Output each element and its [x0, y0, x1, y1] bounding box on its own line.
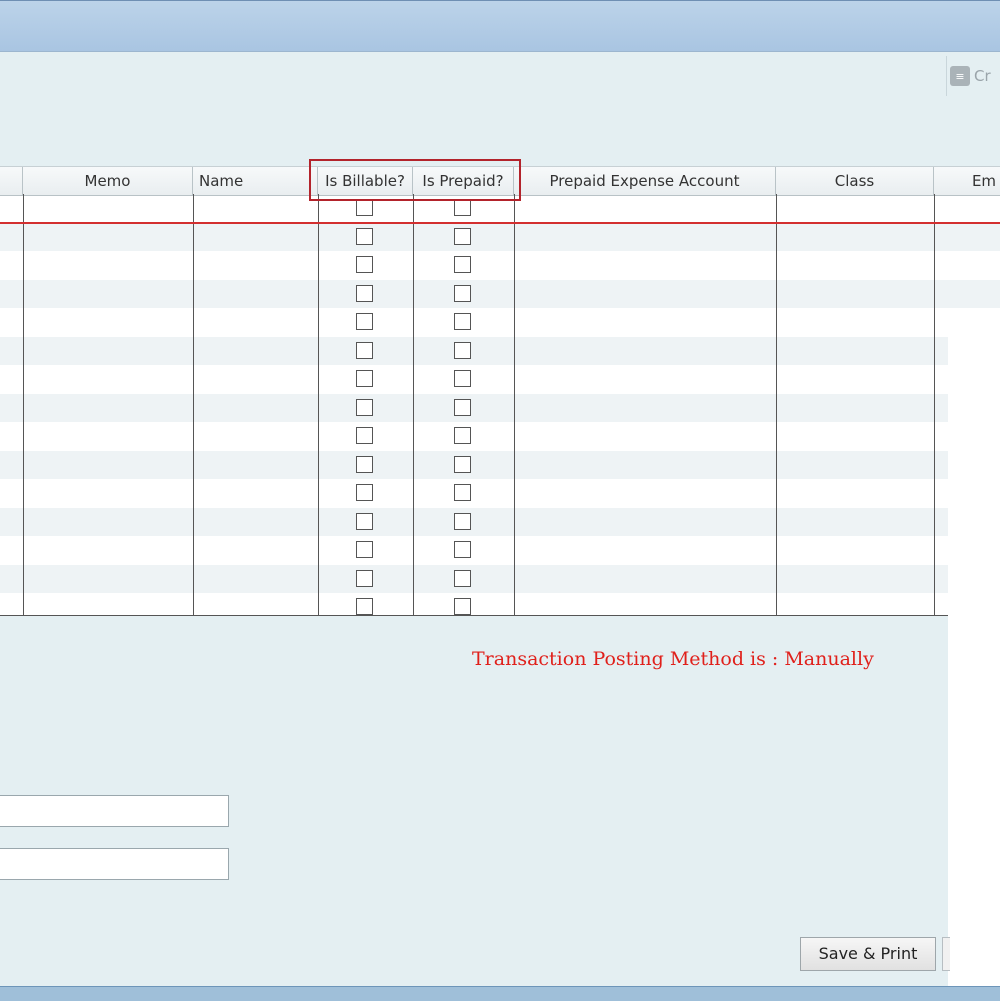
selected-row-indicator — [0, 222, 1000, 224]
billable-checkbox[interactable] — [356, 598, 373, 615]
form-icon: ≡ — [950, 66, 970, 86]
column-divider — [776, 194, 777, 616]
column-header-prepaid-expense-account[interactable]: Prepaid Expense Account — [514, 167, 776, 195]
expense-grid: Memo Name Is Billable? Is Prepaid? Prepa… — [0, 166, 1000, 616]
billable-checkbox[interactable] — [356, 256, 373, 273]
highlight-box — [309, 159, 521, 201]
column-header-em[interactable]: Em — [934, 167, 1000, 195]
prepaid-checkbox[interactable] — [454, 313, 471, 330]
prepaid-checkbox[interactable] — [454, 370, 471, 387]
table-row[interactable] — [0, 422, 1000, 451]
billable-checkbox[interactable] — [356, 284, 373, 302]
prepaid-checkbox[interactable] — [454, 569, 471, 587]
prepaid-checkbox[interactable] — [454, 512, 471, 530]
column-divider — [413, 194, 414, 616]
table-row[interactable] — [0, 365, 1000, 394]
text-field-1[interactable] — [0, 795, 229, 827]
table-row[interactable] — [0, 279, 1000, 308]
table-row[interactable] — [0, 308, 1000, 337]
prepaid-checkbox[interactable] — [454, 227, 471, 245]
toolbar-divider — [946, 56, 947, 96]
billable-checkbox[interactable] — [356, 199, 373, 216]
column-divider — [23, 194, 24, 616]
billable-checkbox[interactable] — [356, 512, 373, 530]
table-row[interactable] — [0, 251, 1000, 280]
next-button[interactable] — [942, 937, 950, 971]
column-divider — [514, 194, 515, 616]
window-bottom-bar — [0, 986, 1000, 1001]
side-panel — [948, 312, 1000, 988]
table-row[interactable] — [0, 479, 1000, 508]
billable-checkbox[interactable] — [356, 484, 373, 501]
table-row[interactable] — [0, 564, 1000, 593]
prepaid-checkbox[interactable] — [454, 427, 471, 444]
table-row[interactable] — [0, 336, 1000, 365]
billable-checkbox[interactable] — [356, 455, 373, 473]
billable-checkbox[interactable] — [356, 313, 373, 330]
prepaid-checkbox[interactable] — [454, 256, 471, 273]
billable-checkbox[interactable] — [356, 341, 373, 359]
column-header-name[interactable]: Name — [193, 167, 318, 195]
column-divider — [934, 194, 935, 616]
billable-checkbox[interactable] — [356, 427, 373, 444]
create-button-label: Cr — [974, 67, 991, 85]
window-titlebar — [0, 0, 1000, 52]
prepaid-checkbox[interactable] — [454, 199, 471, 216]
column-divider — [318, 194, 319, 616]
column-divider — [193, 194, 194, 616]
posting-method-message: Transaction Posting Method is : Manually — [472, 648, 874, 670]
billable-checkbox[interactable] — [356, 227, 373, 245]
column-header-class[interactable]: Class — [776, 167, 934, 195]
text-field-2[interactable] — [0, 848, 229, 880]
prepaid-checkbox[interactable] — [454, 598, 471, 615]
prepaid-checkbox[interactable] — [454, 455, 471, 473]
column-header-memo[interactable]: Memo — [23, 167, 193, 195]
table-row[interactable] — [0, 536, 1000, 565]
column-header-blank[interactable] — [0, 167, 23, 195]
table-row[interactable] — [0, 593, 1000, 616]
table-row[interactable] — [0, 222, 1000, 251]
billable-checkbox[interactable] — [356, 370, 373, 387]
billable-checkbox[interactable] — [356, 569, 373, 587]
prepaid-checkbox[interactable] — [454, 398, 471, 416]
create-button[interactable]: ≡ Cr — [950, 64, 991, 88]
table-row[interactable] — [0, 450, 1000, 479]
table-row[interactable] — [0, 393, 1000, 422]
grid-bottom-border — [0, 615, 948, 616]
prepaid-checkbox[interactable] — [454, 284, 471, 302]
prepaid-checkbox[interactable] — [454, 341, 471, 359]
table-row[interactable] — [0, 507, 1000, 536]
billable-checkbox[interactable] — [356, 541, 373, 558]
prepaid-checkbox[interactable] — [454, 484, 471, 501]
save-print-button[interactable]: Save & Print — [800, 937, 936, 971]
billable-checkbox[interactable] — [356, 398, 373, 416]
prepaid-checkbox[interactable] — [454, 541, 471, 558]
